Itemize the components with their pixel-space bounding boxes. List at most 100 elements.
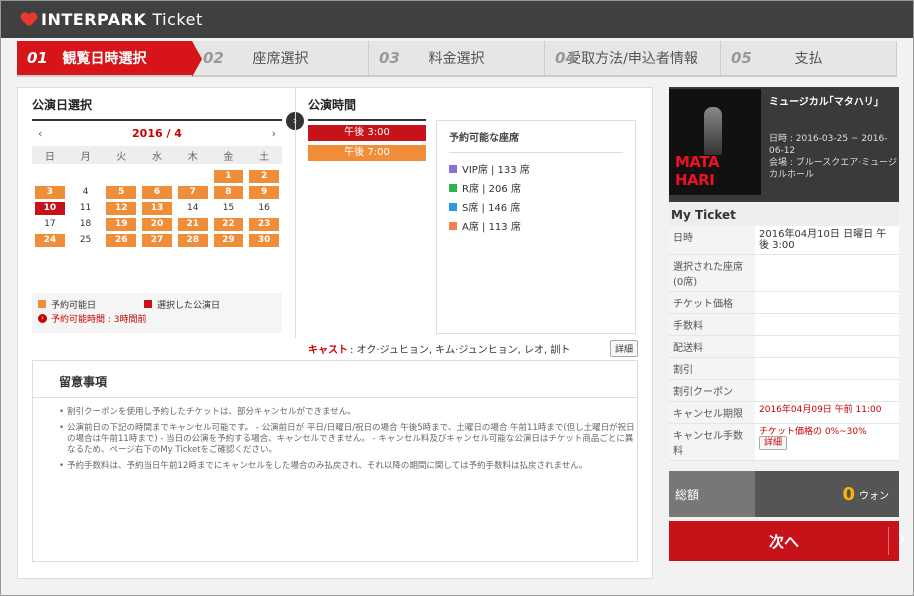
calendar-day[interactable]: 23: [249, 218, 279, 231]
seat-grade: A席 | 113 席: [449, 216, 623, 235]
ticket-row-value: [755, 358, 899, 379]
calendar-day: 25: [79, 235, 92, 245]
weekday-label: 月: [80, 151, 91, 163]
time-slot[interactable]: 午後 7:00: [308, 145, 426, 161]
calendar-day[interactable]: 12: [106, 202, 137, 215]
seat-color-swatch: [449, 164, 457, 173]
calendar-day[interactable]: 5: [106, 186, 137, 199]
calendar-day: [71, 170, 101, 183]
next-button[interactable]: 次へ: [669, 521, 907, 561]
calendar-day[interactable]: 22: [213, 218, 244, 231]
prev-month-button[interactable]: ‹: [38, 127, 42, 140]
calendar-day[interactable]: 28: [177, 234, 208, 247]
calendar-day: 14: [186, 203, 199, 213]
divider: [33, 397, 637, 398]
calendar-day[interactable]: 1: [213, 170, 244, 183]
ticket-row-value: 2016年04月09日 午前 11:00: [755, 402, 899, 423]
currency-unit: ウォン: [859, 490, 889, 502]
calendar-day[interactable]: 26: [106, 234, 137, 247]
weekday-label: 金: [223, 151, 234, 163]
brand-name: INTERPARK: [41, 10, 147, 29]
calendar-day[interactable]: 3: [35, 186, 65, 199]
calendar-day: [35, 170, 65, 183]
ticket-row-value: [755, 380, 899, 401]
seat-grade: S席 | 146 席: [449, 197, 623, 216]
weekday-header: 日月火水木金土: [32, 146, 282, 164]
step-label: 料金選択: [428, 51, 485, 67]
poster-title: MATA HARI: [675, 153, 720, 189]
ticket-row: 手数料: [669, 314, 899, 336]
booking-time-note: 予約可能時間 : 3時間前: [51, 314, 147, 325]
step-bar: 01 観覧日時選択 02 座席選択 03 料金選択 04 受取方法/申込者情報 05 支払: [17, 41, 897, 77]
ticket-row-label: チケット価格: [669, 292, 755, 313]
total-row: 総額 0 ウォン: [669, 471, 899, 517]
calendar-day[interactable]: 9: [249, 186, 279, 199]
product-name: Ticket: [152, 10, 203, 29]
cast-line: キャスト : オク·ジュヒョン, キム·ジュンヒョン, レオ, 訓ト 詳細: [308, 340, 638, 357]
ticket-row-value: [755, 314, 899, 335]
ticket-row: 配送料: [669, 336, 899, 358]
calendar-day[interactable]: 2: [249, 170, 279, 183]
calendar-day[interactable]: 8: [213, 186, 244, 199]
next-label: 次へ: [768, 532, 799, 551]
step-number: 02: [203, 49, 224, 67]
legend-selected: 選択した公演日: [157, 300, 221, 311]
ticket-row-text: 2016年04月09日 午前 11:00: [759, 405, 882, 415]
ticket-row-value: チケット価格の 0%~30% 詳細: [755, 424, 899, 460]
ticket-row-label: 手数料: [669, 314, 755, 335]
calendar-day[interactable]: 30: [249, 234, 279, 247]
calendar-day[interactable]: 20: [142, 218, 172, 231]
ticket-row-label: キャンセル手数料: [669, 424, 755, 460]
seat-grade-label: A席 | 113 席: [462, 222, 521, 233]
cast-details-button[interactable]: 詳細: [609, 340, 638, 357]
total-amount: 0: [842, 483, 855, 505]
notice-item: 公演前日の下記の時間までキャンセル可能です。 - 公演前日が 平日/日曜日/祝日…: [59, 423, 639, 456]
calendar-day[interactable]: 6: [142, 186, 172, 199]
cast-label: キャスト: [308, 345, 348, 356]
time-slot[interactable]: 午後 3:00: [308, 125, 426, 141]
weekday-label: 木: [187, 151, 198, 163]
calendar-day: [106, 170, 136, 183]
calendar-day[interactable]: 27: [142, 234, 172, 247]
step-label: 座席選択: [252, 51, 309, 67]
step-number: 01: [27, 49, 48, 67]
show-info: MATA HARI ミュージカル｢マタハリ｣ 日時 : 2016-03-25 ~…: [669, 87, 899, 202]
cast-names: : オク·ジュヒョン, キム·ジュンヒョン, レオ, 訓ト: [350, 345, 571, 356]
step-label: 受取方法/申込者情報: [567, 51, 698, 67]
notice-title: 留意事項: [59, 375, 108, 389]
step-3: 03 料金選択: [369, 41, 545, 75]
calendar-day-selected[interactable]: 10: [35, 202, 65, 215]
step-1: 01 観覧日時選択: [17, 41, 202, 77]
seat-grade: VIP席 | 133 席: [449, 159, 623, 178]
seat-title: 予約可能な座席: [449, 129, 623, 153]
calendar-day[interactable]: 24: [35, 234, 65, 247]
seat-grade-label: R席 | 206 席: [462, 184, 521, 195]
calendar-title: 公演日選択: [32, 96, 282, 121]
seat-grade: R席 | 206 席: [449, 178, 623, 197]
calendar-day[interactable]: 19: [106, 218, 137, 231]
calendar-day[interactable]: 7: [177, 186, 208, 199]
step-number: 03: [379, 49, 400, 67]
notice-item: 割引クーポンを使用し予約したチケットは、部分キャンセルができません。: [59, 407, 639, 418]
show-dates: 日時 : 2016-03-25 ~ 2016-06-12: [769, 134, 888, 156]
calendar-day[interactable]: 21: [177, 218, 208, 231]
time-list: 公演時間 午後 3:00 午後 7:00: [308, 96, 426, 161]
calendar-day[interactable]: 13: [142, 202, 172, 215]
next-month-button[interactable]: ›: [272, 127, 276, 140]
calendar-nav: ‹ 2016 / 4 ›: [32, 121, 282, 146]
calendar-days: 1 2 3 4 5 6 7 8 9 10 11 12 13 14 15 16 17 18 19 20 21 22 23 24 2…: [32, 170, 282, 247]
ticket-row: チケット価格: [669, 292, 899, 314]
fee-details-button[interactable]: 詳細: [759, 436, 788, 450]
ticket-row-value: [755, 336, 899, 357]
calendar-day[interactable]: 29: [213, 234, 244, 247]
calendar: 公演日選択 ‹ 2016 / 4 › 日月火水木金土 1 2 3 4 5 6 7 8 9 10 11…: [32, 96, 282, 247]
ticket-row-text: 2016年04月10日 日曜日 午後 3:00: [759, 229, 887, 251]
calendar-day: 17: [44, 219, 56, 229]
seat-grade-label: VIP席 | 133 席: [462, 165, 530, 176]
ticket-row-label: 割引: [669, 358, 755, 379]
ticket-row: キャンセル手数料 チケット価格の 0%~30% 詳細: [669, 424, 899, 461]
weekday-label: 日: [44, 151, 55, 163]
main-panel: 公演日選択 ‹ 2016 / 4 › 日月火水木金土 1 2 3 4 5 6 7 8 9 10 11…: [17, 87, 653, 579]
weekday-label: 火: [116, 151, 127, 163]
ticket-row-value: [755, 255, 899, 291]
